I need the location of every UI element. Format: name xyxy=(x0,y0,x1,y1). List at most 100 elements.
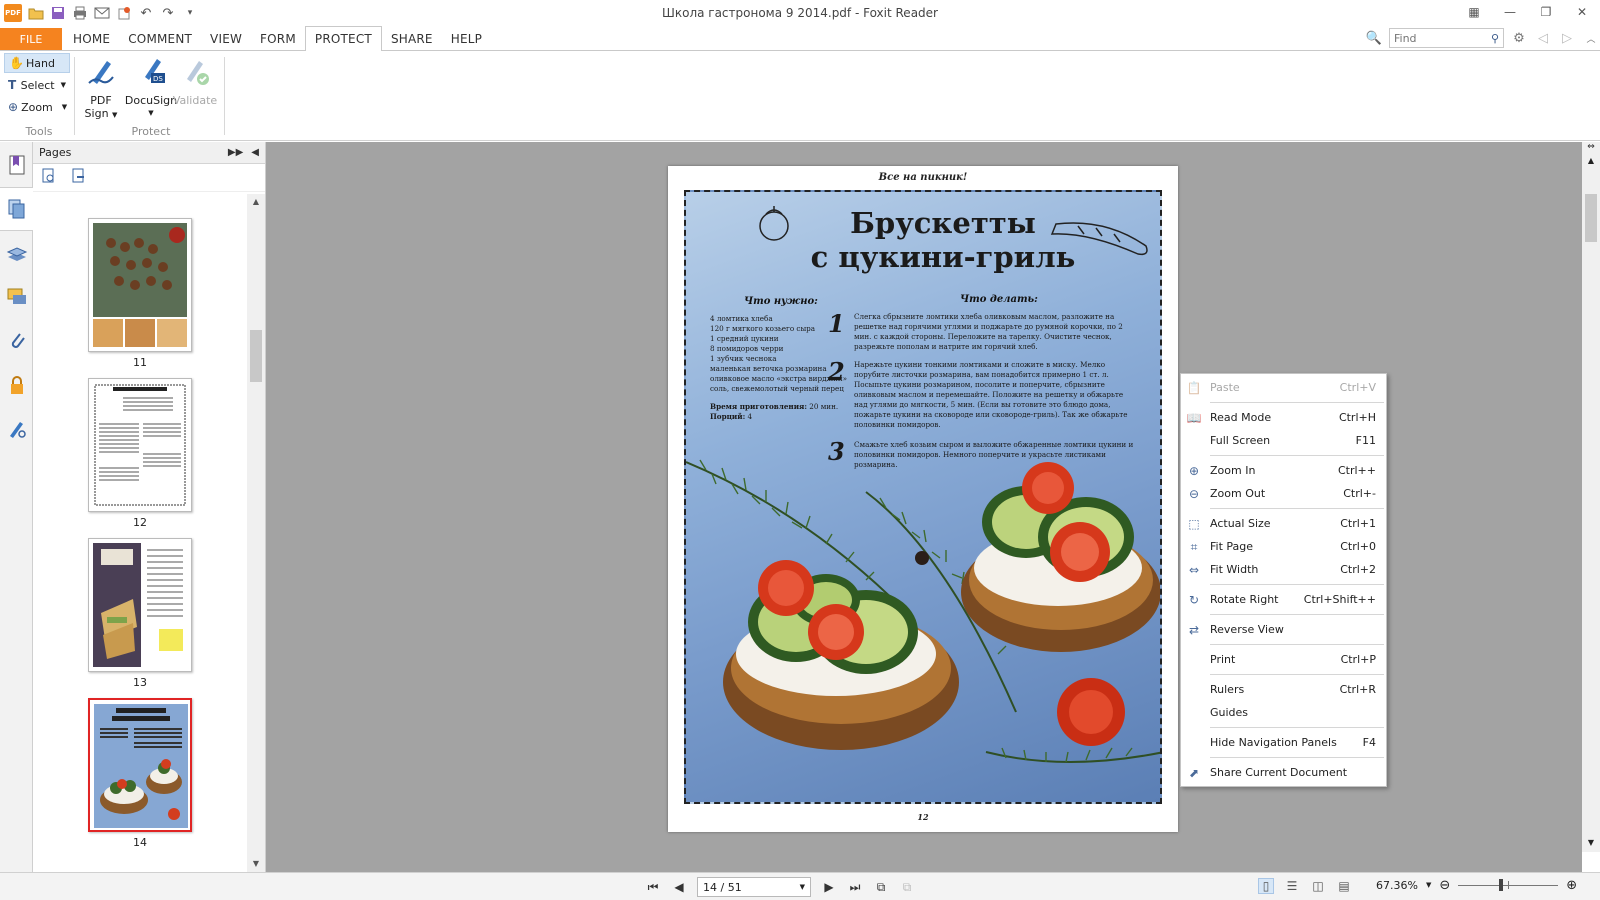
undo-icon[interactable]: ↶ xyxy=(138,5,154,21)
zoom-tool-button[interactable]: ⊕ Zoom ▼ xyxy=(4,97,70,117)
continuous-page-icon[interactable]: ☰ xyxy=(1284,878,1300,894)
tab-protect[interactable]: PROTECT xyxy=(304,26,382,52)
bookmarks-icon[interactable] xyxy=(0,143,33,187)
search-folder-icon[interactable]: 🔍 xyxy=(1365,31,1383,46)
menu-item-share-current-document[interactable]: ⬈ Share Current Document xyxy=(1181,761,1386,784)
zoom-in-icon[interactable]: ⊕ xyxy=(1566,878,1577,893)
tab-home[interactable]: HOME xyxy=(64,26,119,51)
zoom-value[interactable]: 67.36% xyxy=(1376,879,1418,892)
menu-item-hide-navigation-panels[interactable]: Hide Navigation Panels F4 xyxy=(1181,731,1386,754)
continuous-facing-icon[interactable]: ▤ xyxy=(1336,878,1352,894)
collapse-ribbon-icon[interactable]: ︿ xyxy=(1582,32,1600,45)
pdf-page[interactable]: Все на пикник! Брускетты с цукини-гриль … xyxy=(668,166,1178,832)
scrollbar-thumb[interactable] xyxy=(1585,194,1597,242)
chevron-down-icon[interactable]: ▼ xyxy=(1426,881,1431,889)
reduce-thumbnails-icon[interactable] xyxy=(71,168,87,188)
tab-share[interactable]: SHARE xyxy=(382,26,442,51)
expand-panel-icon[interactable]: ▶▶ xyxy=(228,147,243,158)
pdf-sign-button[interactable]: PDF Sign ▼ xyxy=(78,55,124,122)
menu-separator xyxy=(1210,727,1384,728)
settings-gear-icon[interactable]: ⚙ xyxy=(1510,31,1528,46)
layers-icon[interactable] xyxy=(0,231,33,275)
scroll-down-icon[interactable]: ▼ xyxy=(1582,838,1600,852)
zoom-out-icon[interactable]: ⊖ xyxy=(1439,878,1450,893)
menu-item-zoom-out[interactable]: ⊖ Zoom Out Ctrl+- xyxy=(1181,482,1386,505)
page-thumbnail-13[interactable] xyxy=(88,538,192,672)
menu-item-paste[interactable]: 📋 Paste Ctrl+V xyxy=(1181,376,1386,399)
comments-icon[interactable] xyxy=(0,275,33,319)
restore-button[interactable]: ❐ xyxy=(1528,0,1564,24)
menu-item-guides[interactable]: Guides xyxy=(1181,701,1386,724)
tab-form[interactable]: FORM xyxy=(251,26,305,51)
security-lock-icon[interactable] xyxy=(0,363,33,407)
menu-item-rulers[interactable]: Rulers Ctrl+R xyxy=(1181,678,1386,701)
forward-icon[interactable]: ▷ xyxy=(1558,31,1576,46)
menu-item-zoom-in[interactable]: ⊕ Zoom In Ctrl++ xyxy=(1181,459,1386,482)
app-logo[interactable]: PDF xyxy=(4,4,22,22)
validate-button[interactable]: Validate xyxy=(172,55,218,107)
page-thumbnail-14[interactable] xyxy=(88,698,192,832)
tab-help[interactable]: HELP xyxy=(442,26,491,51)
back-icon[interactable]: ◁ xyxy=(1534,31,1552,46)
last-page-icon[interactable]: ⏭ xyxy=(847,880,863,895)
split-view-icon[interactable]: ⇔ xyxy=(1582,142,1600,156)
menu-item-read-mode[interactable]: 📖 Read Mode Ctrl+H xyxy=(1181,406,1386,429)
collapse-panel-icon[interactable]: ◀ xyxy=(251,147,259,158)
scrollbar-thumb[interactable] xyxy=(250,330,262,382)
zoom-slider-knob[interactable] xyxy=(1498,879,1503,891)
previous-page-icon[interactable]: ◀ xyxy=(671,880,687,894)
tab-file[interactable]: FILE xyxy=(0,28,62,50)
scroll-down-icon[interactable]: ▼ xyxy=(247,856,265,872)
scroll-up-icon[interactable]: ▲ xyxy=(1582,156,1600,168)
tab-view[interactable]: VIEW xyxy=(201,26,251,51)
single-page-icon[interactable]: ▯ xyxy=(1258,878,1274,894)
attachments-icon[interactable] xyxy=(0,319,33,363)
thumbnail-scrollbar[interactable]: ▲ ▼ xyxy=(247,194,265,872)
save-icon[interactable] xyxy=(50,5,66,21)
hand-tool-button[interactable]: ✋ Hand xyxy=(4,53,70,73)
menu-separator xyxy=(1210,584,1384,585)
page-number-field[interactable]: 14 / 51 ▼ xyxy=(697,877,811,897)
recipe-photo: Брускетты с цукини-гриль Что нужно: Что … xyxy=(684,190,1162,804)
open-icon[interactable] xyxy=(28,5,44,21)
new-icon[interactable] xyxy=(116,5,132,21)
select-tool-button[interactable]: T Select ▼ xyxy=(4,75,70,95)
signatures-icon[interactable] xyxy=(0,407,33,451)
first-page-icon[interactable]: ⏮ xyxy=(645,880,661,895)
menu-item-full-screen[interactable]: Full Screen F11 xyxy=(1181,429,1386,452)
menu-item-fit-page[interactable]: ⌗ Fit Page Ctrl+0 xyxy=(1181,535,1386,558)
recipe-title: Брускетты с цукини-гриль xyxy=(746,206,1140,274)
zoom-slider[interactable] xyxy=(1458,877,1559,893)
step-number: 1 xyxy=(828,309,845,338)
search-icon[interactable]: ⚲ xyxy=(1491,32,1499,45)
hand-tool-label: Hand xyxy=(26,56,55,70)
redo-icon[interactable]: ↷ xyxy=(160,5,176,21)
page-thumbnail-11[interactable] xyxy=(88,218,192,352)
facing-pages-icon[interactable]: ◫ xyxy=(1310,878,1326,894)
find-input[interactable] xyxy=(1394,31,1486,45)
menu-item-label: Reverse View xyxy=(1210,623,1284,636)
minimize-button[interactable]: — xyxy=(1492,0,1528,24)
page-thumbnail-12[interactable] xyxy=(88,378,192,512)
close-button[interactable]: ✕ xyxy=(1564,0,1600,24)
menu-item-rotate-right[interactable]: ↻ Rotate Right Ctrl+Shift++ xyxy=(1181,588,1386,611)
print-icon[interactable] xyxy=(72,5,88,21)
tab-comment[interactable]: COMMENT xyxy=(119,26,201,51)
customize-icon[interactable]: ▾ xyxy=(182,5,198,21)
enlarge-thumbnails-icon[interactable] xyxy=(41,168,57,188)
chevron-down-icon[interactable]: ▼ xyxy=(800,883,805,891)
reverse-view-icon: ⇄ xyxy=(1188,623,1200,637)
paste-icon: 📋 xyxy=(1186,381,1202,395)
menu-item-reverse-view[interactable]: ⇄ Reverse View xyxy=(1181,618,1386,641)
document-scrollbar[interactable]: ⇔ ▲ ▼ xyxy=(1582,142,1600,852)
next-view-icon[interactable]: ⧉ xyxy=(899,880,915,895)
pages-icon[interactable] xyxy=(0,187,33,231)
next-page-icon[interactable]: ▶ xyxy=(821,880,837,894)
menu-item-actual-size[interactable]: ⬚ Actual Size Ctrl+1 xyxy=(1181,512,1386,535)
email-icon[interactable] xyxy=(94,5,110,21)
scroll-up-icon[interactable]: ▲ xyxy=(247,194,265,210)
layout-icon[interactable]: ▦ xyxy=(1456,0,1492,24)
previous-view-icon[interactable]: ⧉ xyxy=(873,880,889,895)
menu-item-print[interactable]: Print Ctrl+P xyxy=(1181,648,1386,671)
menu-item-fit-width[interactable]: ⇔ Fit Width Ctrl+2 xyxy=(1181,558,1386,581)
